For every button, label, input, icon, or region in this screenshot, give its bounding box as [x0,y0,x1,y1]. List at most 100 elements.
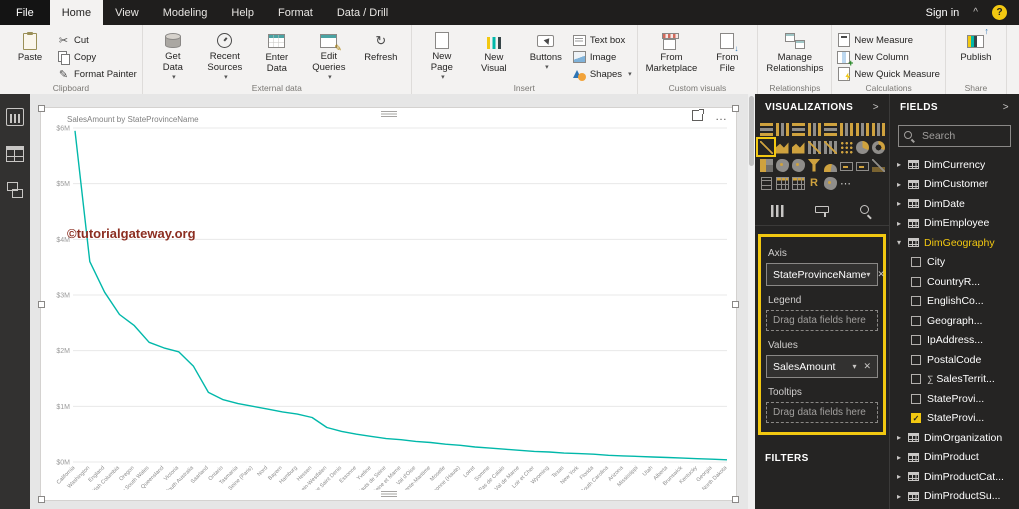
shapes-button[interactable]: Shapes ▾ [572,67,632,81]
help-icon[interactable]: ? [992,5,1007,20]
expand-icon[interactable]: ▸ [897,492,908,501]
expand-icon[interactable]: ▸ [897,180,908,189]
fields-table-dimgeography[interactable]: ▾ DimGeography [890,233,1019,253]
expand-icon[interactable]: ▸ [897,160,908,169]
tab-view[interactable]: View [103,0,151,25]
new-measure-button[interactable]: New Measure [837,33,940,47]
fields-tab[interactable] [771,205,785,217]
from-marketplace-button[interactable]: From Marketplace [643,28,701,82]
tab-format[interactable]: Format [266,0,325,25]
table-icon[interactable] [774,175,790,191]
analytics-tab[interactable] [859,205,873,217]
pill-dropdown-icon[interactable]: ▾ [852,362,856,371]
copy-button[interactable]: Copy [57,50,137,65]
fields-field-salesterrit[interactable]: ∑ SalesTerrit... [890,370,1019,390]
arcgis-map-icon[interactable] [822,175,838,191]
get-data-button[interactable]: Get Data ▾ [148,28,198,82]
ribbon-chart-icon[interactable] [854,121,870,137]
pie-chart-icon[interactable] [854,139,870,155]
resize-handle[interactable] [38,105,45,112]
waterfall-chart-icon[interactable] [870,121,886,137]
new-visual-button[interactable]: New Visual [469,28,519,82]
donut-chart-icon[interactable] [870,139,886,155]
fields-field-englishco[interactable]: EnglishCo... [890,292,1019,312]
recent-sources-button[interactable]: Recent Sources ▾ [200,28,250,82]
clustered-column-chart-icon[interactable] [806,121,822,137]
stacked-column-chart-icon[interactable] [774,121,790,137]
gauge-icon[interactable] [822,157,838,173]
tab-data-drill[interactable]: Data / Drill [325,0,400,25]
fields-table-dimproduct[interactable]: ▸ DimProduct [890,448,1019,468]
fields-table-dimproductsu[interactable]: ▸ DimProductSu... [890,487,1019,507]
resize-handle[interactable] [38,496,45,503]
cut-button[interactable]: ✂ Cut [57,33,137,47]
text-box-button[interactable]: Text box [573,33,632,47]
drag-grip[interactable] [380,111,397,117]
line-chart-icon[interactable] [756,137,776,157]
data-view-button[interactable] [6,146,24,162]
100-stacked-column-chart-icon[interactable] [838,121,854,137]
line-chart[interactable]: $0M$1M$2M$3M$4M$5M$6MCaliforniaWashingto… [45,122,734,491]
scrollbar-thumb[interactable] [749,96,754,166]
paste-button[interactable]: Paste [5,28,55,82]
format-tab[interactable] [815,205,829,217]
card-icon[interactable] [838,157,854,173]
checkbox[interactable] [911,315,921,326]
file-menu[interactable]: File [0,0,50,25]
line-chart-visual[interactable]: … SalesAmount by StateProvinceName $0M $1… [38,105,739,503]
expand-icon[interactable]: ▾ [897,238,908,247]
fields-table-dimdate[interactable]: ▸ DimDate [890,194,1019,214]
more-options-icon[interactable]: ⋯ [838,175,854,191]
fields-field-geograph[interactable]: Geograph... [890,311,1019,331]
line-and-stacked-column-chart-icon[interactable] [822,139,838,155]
expand-icon[interactable]: ▸ [897,199,908,208]
resize-handle[interactable] [732,301,739,308]
well-dropzone-legend[interactable]: Drag data fields here [766,310,878,331]
new-page-button[interactable]: New Page ▾ [417,28,467,82]
resize-handle[interactable] [732,496,739,503]
treemap-icon[interactable] [758,157,774,173]
well-pill-axis[interactable]: StateProvinceName ▾ ✕ [766,263,885,286]
clustered-bar-chart-icon[interactable] [790,121,806,137]
fields-table-dimcustomer[interactable]: ▸ DimCustomer [890,175,1019,195]
fields-table-dimorganization[interactable]: ▸ DimOrganization [890,428,1019,448]
report-view-button[interactable] [6,108,24,126]
focus-mode-icon[interactable] [692,109,704,121]
format-painter-button[interactable]: ✎ Format Painter [57,67,137,81]
collapse-fields-icon[interactable]: > [1003,102,1009,113]
canvas-scrollbar[interactable] [748,94,755,509]
scatter-chart-icon[interactable] [838,139,854,155]
stacked-bar-chart-icon[interactable] [758,121,774,137]
checkbox[interactable] [911,335,921,346]
well-pill-values[interactable]: SalesAmount ▾ ✕ [766,355,878,378]
pill-dropdown-icon[interactable]: ▾ [866,270,870,279]
visual-more-options-icon[interactable]: … [715,110,728,122]
multi-row-card-icon[interactable] [854,157,870,173]
kpi-icon[interactable] [870,157,886,173]
manage-relationships-button[interactable]: Manage Relationships [763,28,826,82]
fields-search[interactable] [898,125,1011,147]
stacked-area-chart-icon[interactable] [790,139,806,155]
sign-in-link[interactable]: Sign in [926,7,960,19]
slicer-icon[interactable] [758,175,774,191]
area-chart-icon[interactable] [774,139,790,155]
filled-map-icon[interactable] [790,157,806,173]
refresh-button[interactable]: ↻ Refresh [356,28,406,82]
fields-field-countryr[interactable]: CountryR... [890,272,1019,292]
from-file-button[interactable]: From File [702,28,752,82]
checkbox[interactable] [911,374,921,385]
line-and-clustered-column-chart-icon[interactable] [806,139,822,155]
fields-table-dimcurrency[interactable]: ▸ DimCurrency [890,155,1019,175]
publish-button[interactable]: Publish [951,26,1001,82]
fields-field-stateprovi[interactable]: StateProvi... [890,389,1019,409]
collapse-visualizations-icon[interactable]: > [873,102,879,113]
funnel-icon[interactable] [806,157,822,173]
checkbox[interactable] [911,296,921,307]
buttons-button[interactable]: Buttons ▾ [521,28,571,82]
report-canvas[interactable]: … SalesAmount by StateProvinceName $0M $1… [30,94,755,509]
fields-search-input[interactable] [920,129,1005,143]
collapse-ribbon-icon[interactable]: ^ [973,7,978,18]
tab-help[interactable]: Help [219,0,266,25]
pill-remove-icon[interactable]: ✕ [863,361,871,372]
image-button[interactable]: Image [573,50,632,64]
